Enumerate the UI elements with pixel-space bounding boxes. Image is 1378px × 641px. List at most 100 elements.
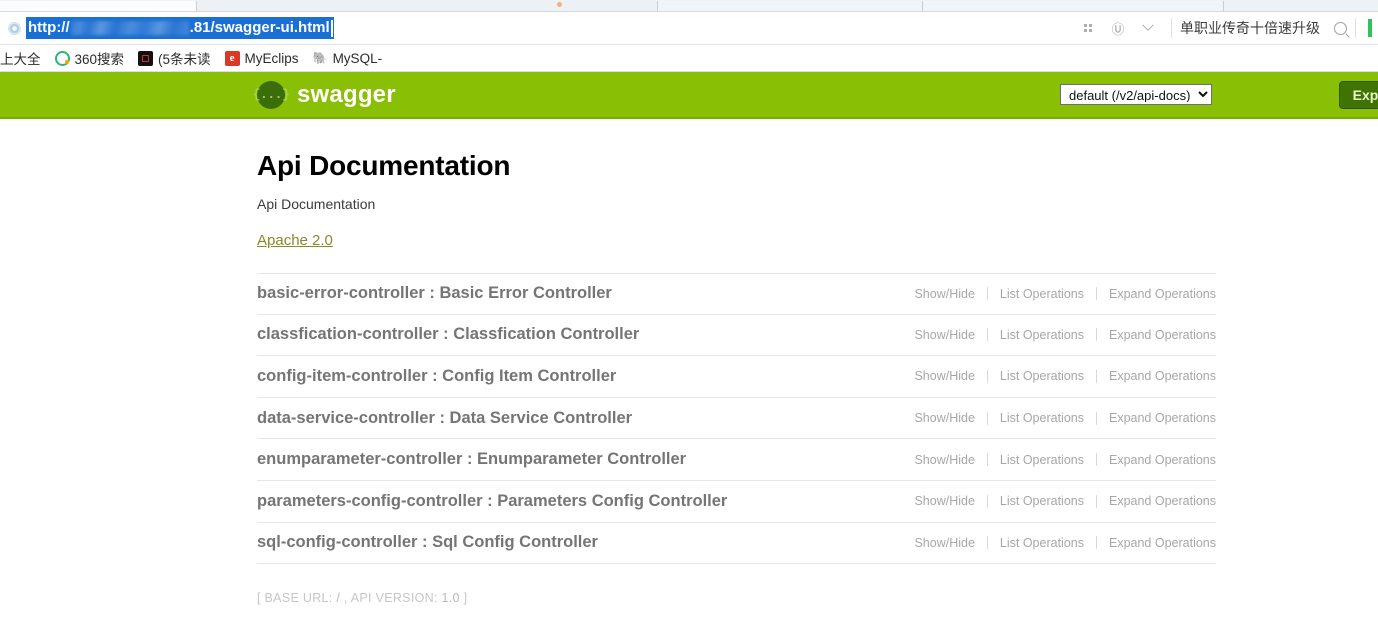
- address-bar-left: http:// .81/swagger-ui.html: [0, 17, 334, 39]
- swagger-header-bar: {...} swagger default (/v2/api-docs) Exp…: [0, 72, 1378, 119]
- extension-indicator-icon[interactable]: [1368, 19, 1372, 37]
- show-hide-link[interactable]: Show/Hide: [902, 453, 986, 467]
- base-url-value: /: [336, 591, 341, 606]
- api-version-value: 1.0: [441, 591, 460, 606]
- mail-icon: [138, 50, 154, 66]
- resource-list: basic-error-controller : Basic Error Con…: [257, 273, 1216, 565]
- swagger-logo[interactable]: {...} swagger: [253, 80, 396, 109]
- resource-operations: Show/Hide List Operations Expand Operati…: [902, 411, 1216, 425]
- main-content: Api Documentation Api Documentation Apac…: [0, 119, 1378, 606]
- chevron-down-icon[interactable]: [1133, 15, 1163, 41]
- resource-row[interactable]: sql-config-controller : Sql Config Contr…: [257, 523, 1216, 565]
- url-redacted-host: [70, 21, 189, 35]
- bookmark-label: MyEclips: [244, 50, 299, 66]
- address-bar-right: Ⓤ 单职业传奇十倍速升级: [1073, 15, 1378, 41]
- expand-operations-link[interactable]: Expand Operations: [1097, 411, 1216, 425]
- browser-tab[interactable]: [197, 1, 658, 11]
- resource-operations: Show/Hide List Operations Expand Operati…: [902, 453, 1216, 467]
- url-scheme-text: http://: [28, 19, 70, 36]
- text-caret: [330, 19, 333, 37]
- 360-search-icon: [54, 50, 70, 66]
- page-subtitle: Api Documentation: [257, 196, 376, 212]
- list-operations-link[interactable]: List Operations: [988, 369, 1096, 383]
- api-footer-info: [ BASE URL: / , API VERSION: 1.0 ]: [257, 591, 1378, 605]
- expand-operations-link[interactable]: Expand Operations: [1097, 494, 1216, 508]
- edge-browser-icon[interactable]: Ⓤ: [1103, 15, 1133, 41]
- show-hide-link[interactable]: Show/Hide: [902, 287, 986, 301]
- expand-operations-link[interactable]: Expand Operations: [1097, 287, 1216, 301]
- resource-name[interactable]: data-service-controller : Data Service C…: [257, 409, 632, 428]
- toolbar-divider: [1171, 18, 1172, 38]
- expand-operations-link[interactable]: Expand Operations: [1097, 536, 1216, 550]
- browser-tab[interactable]: [0, 1, 197, 11]
- url-input[interactable]: http:// .81/swagger-ui.html: [26, 17, 334, 39]
- api-spec-select[interactable]: default (/v2/api-docs): [1060, 84, 1212, 105]
- list-operations-link[interactable]: List Operations: [988, 453, 1096, 467]
- list-operations-link[interactable]: List Operations: [988, 494, 1096, 508]
- bookmark-label: 上大全: [0, 52, 41, 67]
- mysql-icon: 🐘: [312, 50, 328, 65]
- resource-operations: Show/Hide List Operations Expand Operati…: [902, 328, 1216, 342]
- resource-row[interactable]: parameters-config-controller : Parameter…: [257, 481, 1216, 523]
- resource-name[interactable]: sql-config-controller : Sql Config Contr…: [257, 533, 598, 552]
- show-hide-link[interactable]: Show/Hide: [902, 536, 986, 550]
- license-link[interactable]: Apache 2.0: [257, 232, 333, 249]
- resource-name[interactable]: classfication-controller : Classfication…: [257, 325, 639, 344]
- bookmark-label: 360搜索: [74, 52, 125, 67]
- swagger-wordmark: swagger: [297, 80, 396, 108]
- explore-button[interactable]: Explore: [1338, 80, 1378, 109]
- bookmark-item[interactable]: (5条未读: [131, 48, 218, 68]
- footer-bracket-close: ]: [463, 591, 468, 606]
- expand-operations-link[interactable]: Expand Operations: [1097, 328, 1216, 342]
- resource-operations: Show/Hide List Operations Expand Operati…: [902, 287, 1216, 301]
- bookmarks-bar: 上大全 360搜索 (5条未读 e MyEclips 🐘 MySQL-: [0, 45, 1378, 72]
- bookmark-label: MySQL-: [332, 50, 383, 66]
- url-suffix-text: .81/swagger-ui.html: [189, 19, 330, 36]
- bookmark-label: (5条未读: [158, 52, 211, 67]
- list-operations-link[interactable]: List Operations: [988, 536, 1096, 550]
- tab-strip: [0, 0, 1378, 12]
- show-hide-link[interactable]: Show/Hide: [902, 411, 986, 425]
- apps-grid-icon[interactable]: [1073, 15, 1103, 41]
- expand-operations-link[interactable]: Expand Operations: [1097, 453, 1216, 467]
- bookmark-item[interactable]: 360搜索: [48, 48, 132, 68]
- browser-tab[interactable]: [658, 1, 923, 11]
- bookmark-item[interactable]: e MyEclips: [218, 50, 306, 66]
- browser-chrome: http://.81/swagger-ui.html Ⓤ 单职业传奇十倍速升级 …: [0, 0, 1378, 72]
- address-bar[interactable]: http:// .81/swagger-ui.html Ⓤ 单职业传奇十倍速升级: [0, 12, 1378, 45]
- tab-indicator-dot: [557, 2, 562, 7]
- page-title: Api Documentation: [257, 150, 511, 181]
- swagger-header-controls: default (/v2/api-docs): [1060, 84, 1212, 105]
- resource-operations: Show/Hide List Operations Expand Operati…: [902, 494, 1216, 508]
- resource-operations: Show/Hide List Operations Expand Operati…: [902, 536, 1216, 550]
- expand-operations-link[interactable]: Expand Operations: [1097, 369, 1216, 383]
- resource-name[interactable]: basic-error-controller : Basic Error Con…: [257, 284, 612, 303]
- bookmark-item[interactable]: 上大全: [0, 48, 48, 68]
- show-hide-link[interactable]: Show/Hide: [902, 328, 986, 342]
- list-operations-link[interactable]: List Operations: [988, 287, 1096, 301]
- base-url-label: [ BASE URL:: [257, 591, 333, 606]
- resource-row[interactable]: classfication-controller : Classfication…: [257, 315, 1216, 357]
- search-icon[interactable]: [1334, 21, 1347, 35]
- list-operations-link[interactable]: List Operations: [988, 328, 1096, 342]
- resource-row[interactable]: basic-error-controller : Basic Error Con…: [257, 273, 1216, 315]
- resource-row[interactable]: config-item-controller : Config Item Con…: [257, 356, 1216, 398]
- resource-row[interactable]: enumparameter-controller : Enumparameter…: [257, 439, 1216, 481]
- bookmark-item[interactable]: 🐘 MySQL-: [306, 51, 390, 66]
- api-version-label: , API VERSION:: [343, 591, 438, 606]
- toolbar-divider: [1355, 18, 1356, 38]
- show-hide-link[interactable]: Show/Hide: [902, 494, 986, 508]
- resource-name[interactable]: config-item-controller : Config Item Con…: [257, 367, 616, 386]
- site-favicon-icon: [8, 21, 21, 35]
- browser-search-text: 单职业传奇十倍速升级: [1180, 20, 1320, 36]
- myeclipse-icon: e: [224, 50, 240, 66]
- resource-name[interactable]: parameters-config-controller : Parameter…: [257, 492, 727, 511]
- resource-name[interactable]: enumparameter-controller : Enumparameter…: [257, 450, 686, 469]
- browser-tab[interactable]: [923, 1, 1224, 11]
- resource-row[interactable]: data-service-controller : Data Service C…: [257, 398, 1216, 440]
- resource-operations: Show/Hide List Operations Expand Operati…: [902, 369, 1216, 383]
- browser-search-box[interactable]: 单职业传奇十倍速升级: [1180, 18, 1347, 38]
- swagger-braces-icon: {...}: [253, 80, 290, 109]
- list-operations-link[interactable]: List Operations: [988, 411, 1096, 425]
- show-hide-link[interactable]: Show/Hide: [902, 369, 986, 383]
